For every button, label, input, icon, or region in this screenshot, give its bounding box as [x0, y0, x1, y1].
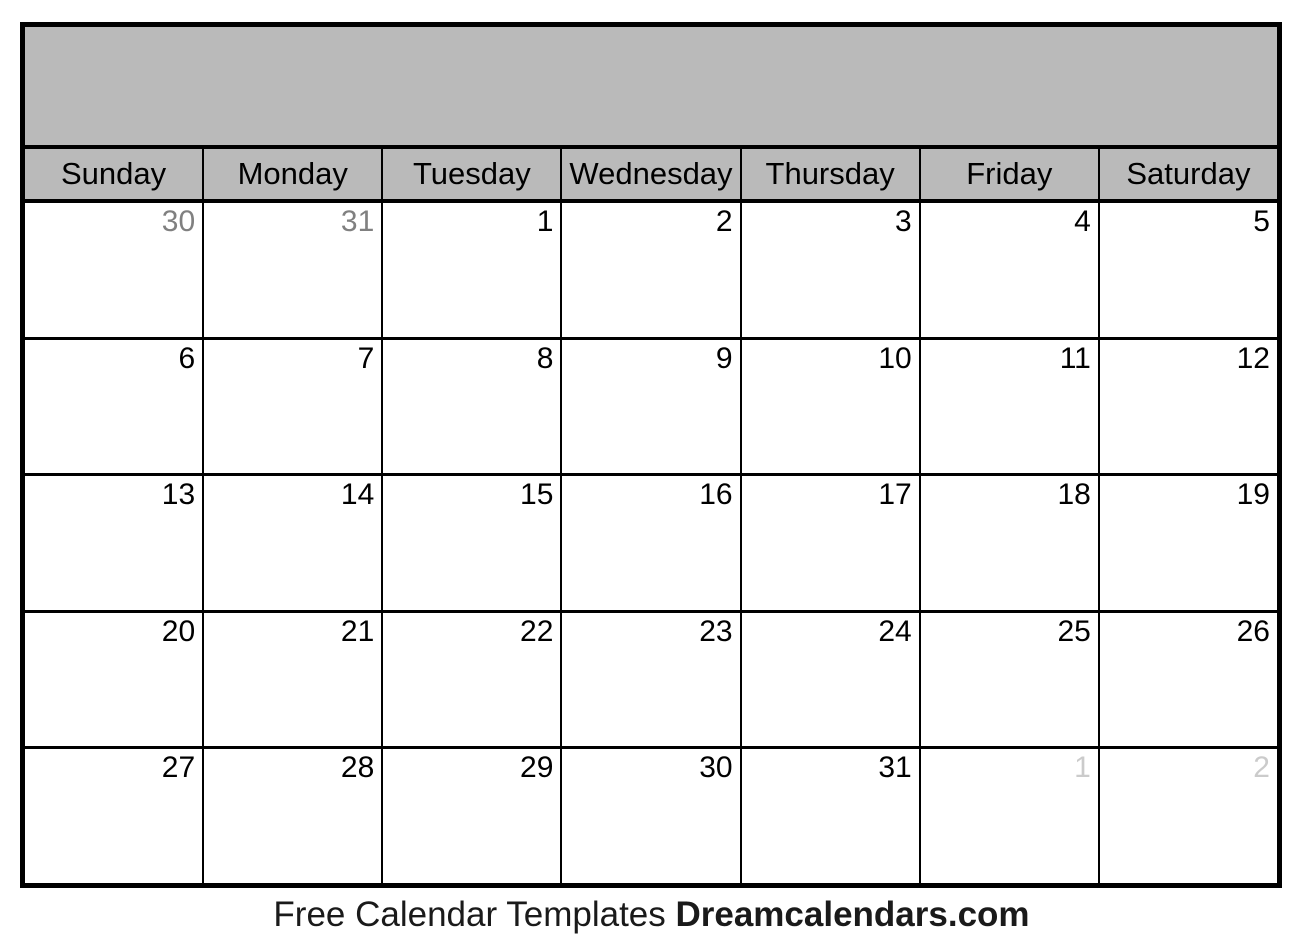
calendar-day-cell[interactable]: 1 [383, 203, 563, 337]
calendar-day-cell[interactable]: 28 [204, 749, 384, 883]
calendar-day-number: 24 [878, 614, 912, 648]
calendar-day-cell[interactable]: 12 [1099, 339, 1277, 474]
calendar-title-banner[interactable] [25, 27, 1277, 149]
footer-credit: Free Calendar Templates Dreamcalendars.c… [0, 893, 1303, 937]
calendar-day-number: 3 [895, 205, 912, 238]
calendar-week-row: 13 14 15 16 17 18 19 [25, 476, 1277, 613]
calendar-day-cell[interactable]: 16 [562, 476, 742, 610]
calendar-day-number: 2 [715, 205, 733, 238]
calendar-day-number: 30 [161, 205, 196, 238]
calendar-day-cell[interactable]: 31 [204, 203, 384, 337]
calendar-day-cell[interactable]: 21 [204, 612, 384, 747]
calendar-day-number: 31 [340, 205, 375, 238]
calendar-day-cell[interactable]: 1 [920, 749, 1100, 883]
calendar-day-number: 15 [520, 478, 554, 512]
calendar-day-cell[interactable]: 9 [562, 339, 742, 474]
calendar-day-number: 21 [340, 614, 375, 648]
calendar-day-number: 10 [878, 341, 912, 375]
calendar-day-cell[interactable]: 23 [562, 612, 742, 747]
calendar-page: Sunday Monday Tuesday Wednesday Thursday… [0, 0, 1303, 942]
calendar-day-cell[interactable]: 30 [562, 749, 742, 883]
calendar-day-cell[interactable]: 17 [741, 476, 921, 610]
calendar-day-cell[interactable]: 8 [383, 339, 563, 474]
calendar-day-cell[interactable]: 27 [25, 749, 205, 883]
calendar-day-number: 5 [1253, 205, 1270, 238]
weekday-header-sunday: Sunday [25, 149, 205, 199]
calendar-day-number: 18 [1057, 478, 1091, 512]
calendar-day-number: 6 [178, 341, 196, 375]
calendar-day-cell[interactable]: 15 [383, 476, 563, 610]
calendar-day-number: 7 [357, 341, 375, 375]
calendar-day-number: 11 [1059, 341, 1091, 375]
calendar-day-cell[interactable]: 14 [204, 476, 384, 610]
calendar-day-cell[interactable]: 11 [920, 339, 1100, 474]
calendar-day-cell[interactable]: 7 [204, 339, 384, 474]
calendar-day-number: 23 [699, 614, 733, 648]
footer-brand-link[interactable]: Dreamcalendars.com [675, 895, 1029, 934]
calendar-day-number: 1 [536, 205, 554, 238]
calendar-day-number: 28 [340, 751, 375, 785]
calendar-day-cell[interactable]: 31 [741, 749, 921, 883]
calendar-day-cell[interactable]: 30 [25, 203, 205, 337]
calendar-day-number: 13 [161, 478, 196, 512]
footer-lead-text: Free Calendar Templates [273, 895, 676, 934]
calendar-day-number: 22 [520, 614, 554, 648]
calendar-week-rows: 30 31 1 2 3 4 5 6 7 8 9 10 11 12 13 14 15 16 17 18 19 20 21 22 2… [25, 203, 1277, 883]
calendar-day-cell[interactable]: 10 [741, 339, 921, 474]
weekday-header-label: Sunday [61, 155, 167, 191]
calendar-grid: Sunday Monday Tuesday Wednesday Thursday… [20, 22, 1282, 888]
weekday-header-label: Friday [966, 155, 1053, 191]
calendar-day-number: 1 [1074, 751, 1091, 785]
calendar-day-number: 9 [715, 341, 733, 375]
calendar-week-row: 27 28 29 30 31 1 2 [25, 749, 1277, 883]
calendar-day-cell[interactable]: 20 [25, 612, 205, 747]
calendar-day-number: 16 [699, 478, 733, 512]
calendar-day-cell[interactable]: 19 [1099, 476, 1277, 610]
calendar-day-number: 12 [1236, 341, 1270, 375]
calendar-day-number: 26 [1236, 614, 1270, 648]
calendar-day-cell[interactable]: 26 [1099, 612, 1277, 747]
calendar-day-number: 4 [1074, 205, 1091, 238]
calendar-day-number: 30 [699, 751, 733, 785]
calendar-day-number: 31 [878, 751, 912, 785]
calendar-week-row: 6 7 8 9 10 11 12 [25, 339, 1277, 477]
calendar-day-number: 19 [1236, 478, 1270, 512]
weekday-header-thursday: Thursday [741, 149, 921, 199]
weekday-header-label: Wednesday [569, 155, 733, 191]
calendar-day-cell[interactable]: 18 [920, 476, 1100, 610]
calendar-day-cell[interactable]: 3 [741, 203, 921, 337]
weekday-header-saturday: Saturday [1099, 149, 1277, 199]
calendar-day-cell[interactable]: 6 [25, 339, 205, 474]
calendar-week-row: 20 21 22 23 24 25 26 [25, 612, 1277, 750]
calendar-day-number: 29 [520, 751, 554, 785]
weekday-header-row: Sunday Monday Tuesday Wednesday Thursday… [25, 149, 1277, 203]
weekday-header-label: Monday [237, 155, 348, 191]
calendar-day-cell[interactable]: 13 [25, 476, 205, 610]
calendar-day-number: 20 [161, 614, 196, 648]
calendar-day-number: 25 [1057, 614, 1091, 648]
weekday-header-monday: Monday [204, 149, 384, 199]
weekday-header-label: Thursday [765, 155, 895, 191]
calendar-day-cell[interactable]: 2 [1099, 749, 1277, 883]
calendar-week-row: 30 31 1 2 3 4 5 [25, 203, 1277, 340]
calendar-day-cell[interactable]: 4 [920, 203, 1100, 337]
calendar-day-number: 14 [340, 478, 375, 512]
weekday-header-label: Saturday [1126, 155, 1251, 191]
weekday-header-label: Tuesday [412, 155, 531, 191]
calendar-day-number: 2 [1253, 751, 1270, 785]
calendar-day-cell[interactable]: 22 [383, 612, 563, 747]
weekday-header-tuesday: Tuesday [383, 149, 563, 199]
calendar-day-cell[interactable]: 29 [383, 749, 563, 883]
calendar-day-cell[interactable]: 2 [562, 203, 742, 337]
calendar-day-cell[interactable]: 25 [920, 612, 1100, 747]
weekday-header-friday: Friday [920, 149, 1100, 199]
calendar-day-number: 17 [878, 478, 912, 512]
weekday-header-wednesday: Wednesday [562, 149, 742, 199]
calendar-day-cell[interactable]: 24 [741, 612, 921, 747]
calendar-day-number: 27 [161, 751, 196, 785]
calendar-day-cell[interactable]: 5 [1099, 203, 1277, 337]
calendar-day-number: 8 [536, 341, 554, 375]
